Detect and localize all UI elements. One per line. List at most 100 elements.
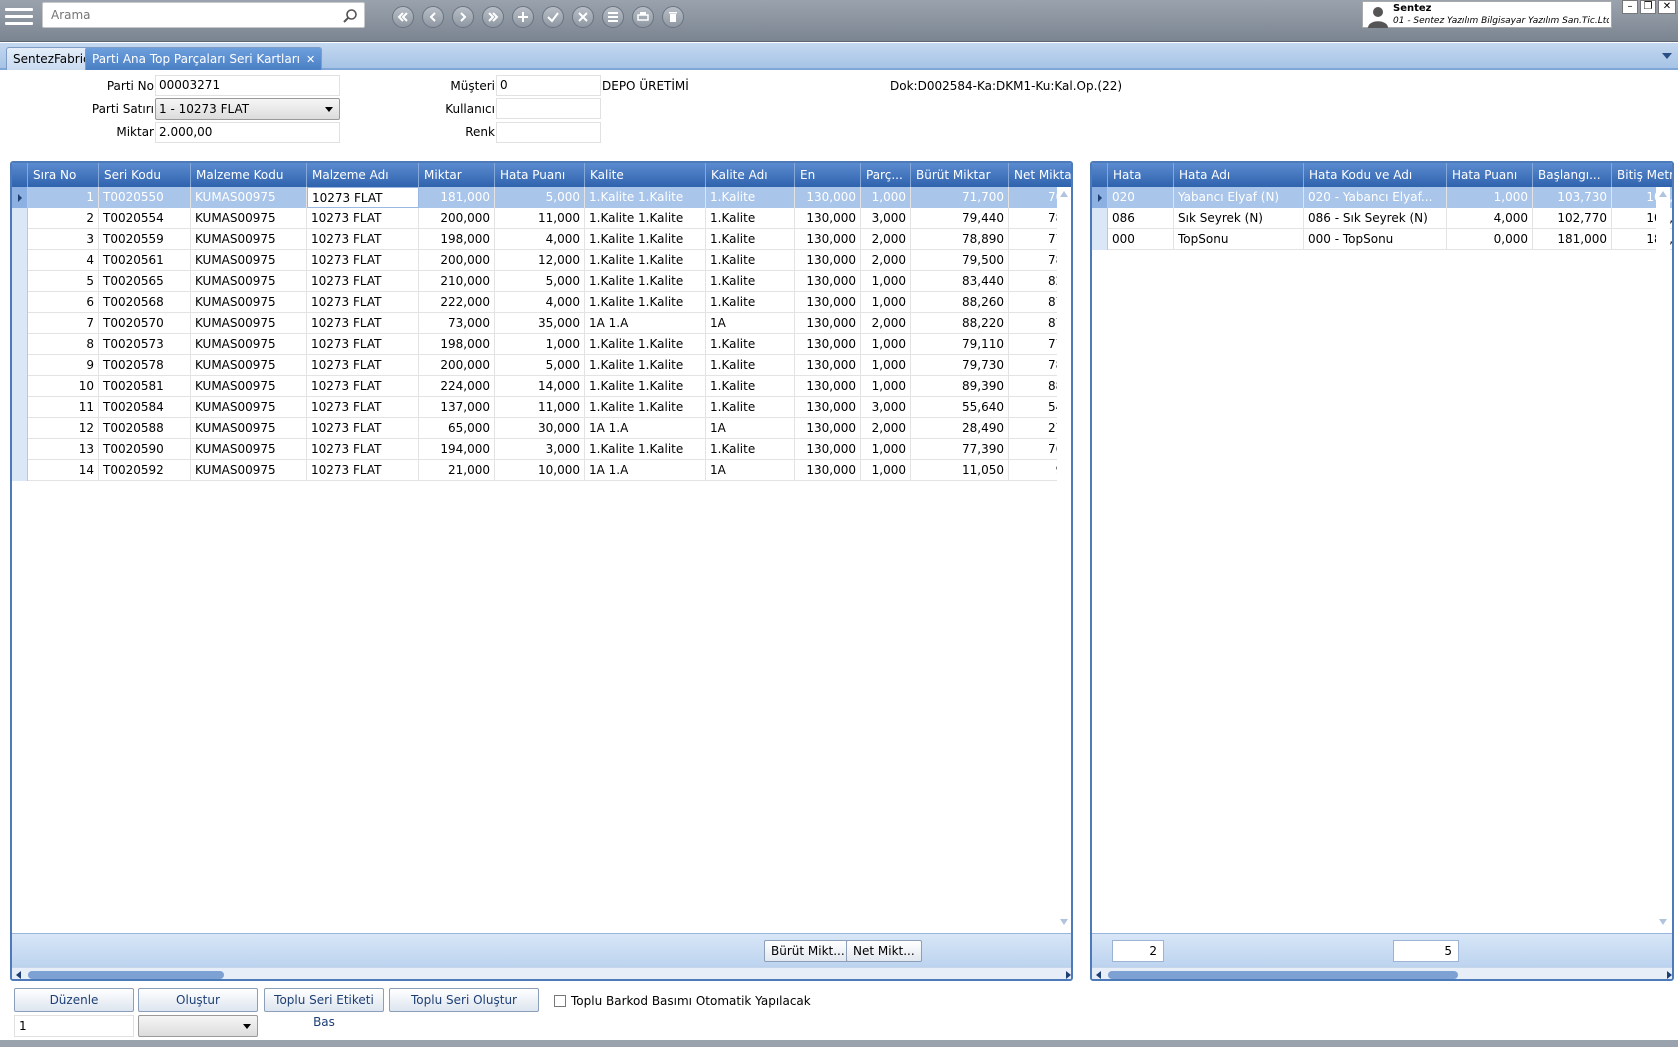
tab-parti-ana-top[interactable]: Parti Ana Top Parçaları Seri Kartları ✕ [85,47,323,70]
table-cell[interactable]: 2 [28,208,99,229]
burut-miktar-total[interactable]: Bürüt Mikt... [764,940,852,962]
table-row[interactable]: 10 T0020581 KUMAS00975 10273 FLAT 224,000 14,… [12,376,1071,397]
column-header[interactable]: Parç... [861,163,911,187]
bottom-select[interactable] [138,1015,258,1037]
table-row[interactable]: 13 T0020590 KUMAS00975 10273 FLAT 194,000 3,0… [12,439,1071,460]
table-cell[interactable]: 1.Kalite 1.Kalite [585,271,706,292]
table-cell[interactable]: 77,390 [911,439,1009,460]
table-cell[interactable]: KUMAS00975 [191,355,307,376]
table-cell[interactable]: 130,000 [795,250,861,271]
scroll-down-icon[interactable] [1659,919,1667,925]
search-box[interactable] [42,2,365,28]
table-cell[interactable]: 10273 FLAT [307,187,419,208]
table-cell[interactable]: 4,000 [495,292,585,313]
table-cell[interactable]: T0020581 [99,376,191,397]
table-cell[interactable]: KUMAS00975 [191,460,307,481]
delete-icon[interactable] [662,6,684,28]
horizontal-scrollbar[interactable] [1092,967,1672,979]
table-cell[interactable]: KUMAS00975 [191,271,307,292]
table-cell[interactable]: 1,000 [495,334,585,355]
table-cell[interactable]: 10273 FLAT [307,397,419,418]
table-cell[interactable]: T0020584 [99,397,191,418]
previous-record-icon[interactable] [422,6,444,28]
table-cell[interactable]: 55,640 [911,397,1009,418]
table-cell[interactable]: 1.Kalite [706,292,795,313]
table-cell[interactable]: 71,700 [911,187,1009,208]
table-cell[interactable]: 1.Kalite 1.Kalite [585,439,706,460]
table-cell[interactable]: 10273 FLAT [307,418,419,439]
table-cell[interactable]: T0020578 [99,355,191,376]
scroll-thumb[interactable] [28,971,224,979]
table-cell[interactable]: 130,000 [795,355,861,376]
table-cell[interactable]: 0,000 [1447,229,1533,250]
table-cell[interactable]: 1.Kalite 1.Kalite [585,376,706,397]
table-cell[interactable]: T0020559 [99,229,191,250]
table-cell[interactable]: KUMAS00975 [191,334,307,355]
last-record-icon[interactable] [482,6,504,28]
table-row[interactable]: 6 T0020568 KUMAS00975 10273 FLAT 222,000 4,00… [12,292,1071,313]
table-cell[interactable]: 14 [28,460,99,481]
table-cell[interactable]: 130,000 [795,271,861,292]
search-input[interactable] [43,3,333,27]
parti-no-field[interactable]: 00003271 [155,75,340,96]
column-header[interactable]: Hata Adı [1174,163,1304,187]
table-cell[interactable]: 5,000 [495,355,585,376]
table-cell[interactable]: 88,260 [911,292,1009,313]
row-indicator[interactable] [12,292,28,313]
table-cell[interactable]: 1.Kalite [706,355,795,376]
table-row[interactable]: 14 T0020592 KUMAS00975 10273 FLAT 21,000 10,0… [12,460,1071,481]
table-row[interactable]: 12 T0020588 KUMAS00975 10273 FLAT 65,000 30,0… [12,418,1071,439]
table-cell[interactable]: 5,000 [495,271,585,292]
table-cell[interactable]: 1.Kalite [706,229,795,250]
otomatik-barkod-checkbox[interactable] [554,995,566,1007]
table-cell[interactable]: TopSonu [1174,229,1304,250]
row-indicator[interactable] [12,208,28,229]
scroll-left-icon[interactable] [1096,971,1101,979]
table-cell[interactable]: 194,000 [419,439,495,460]
table-cell[interactable]: 6 [28,292,99,313]
table-row[interactable]: 9 T0020578 KUMAS00975 10273 FLAT 200,000 5,00… [12,355,1071,376]
table-cell[interactable]: 130,000 [795,439,861,460]
cancel-icon[interactable] [572,6,594,28]
olustur-button[interactable]: Oluştur [138,988,258,1012]
table-cell[interactable]: 086 - Sık Seyrek (N) [1304,208,1447,229]
table-cell[interactable]: 1.Kalite 1.Kalite [585,334,706,355]
table-cell[interactable]: 28,490 [911,418,1009,439]
table-cell[interactable]: KUMAS00975 [191,376,307,397]
table-cell[interactable]: 137,000 [419,397,495,418]
table-cell[interactable]: 78,890 [911,229,1009,250]
table-cell[interactable]: 1,000 [861,376,911,397]
table-row[interactable]: 11 T0020584 KUMAS00975 10273 FLAT 137,000 11,… [12,397,1071,418]
table-cell[interactable]: 79,110 [911,334,1009,355]
row-indicator[interactable] [12,397,28,418]
table-cell[interactable]: 000 [1108,229,1174,250]
table-row[interactable]: 8 T0020573 KUMAS00975 10273 FLAT 198,000 1,00… [12,334,1071,355]
table-cell[interactable]: KUMAS00975 [191,292,307,313]
add-icon[interactable] [512,6,534,28]
table-cell[interactable]: 11,000 [495,208,585,229]
column-header[interactable]: En [795,163,861,187]
table-cell[interactable]: 12 [28,418,99,439]
table-cell[interactable]: T0020565 [99,271,191,292]
table-cell[interactable]: 1A [706,313,795,334]
table-cell[interactable]: 12,000 [495,250,585,271]
table-cell[interactable]: 2,000 [861,418,911,439]
table-cell[interactable]: 200,000 [419,355,495,376]
table-cell[interactable]: KUMAS00975 [191,250,307,271]
first-record-icon[interactable] [392,6,414,28]
column-header[interactable]: Malzeme Kodu [191,163,307,187]
column-header[interactable]: Hata [1108,163,1174,187]
column-header[interactable]: Bürüt Miktar [911,163,1009,187]
table-cell[interactable]: 83,440 [911,271,1009,292]
table-cell[interactable]: 1A 1.A [585,418,706,439]
parti-satiri-select[interactable]: 1 - 10273 FLAT [155,98,340,120]
table-cell[interactable]: T0020573 [99,334,191,355]
hamburger-menu-icon[interactable] [5,4,33,32]
table-cell[interactable]: 1,000 [861,187,911,208]
table-cell[interactable]: 10 [28,376,99,397]
table-cell[interactable]: 3,000 [861,208,911,229]
list-icon[interactable] [602,6,624,28]
search-icon[interactable] [342,8,358,24]
scroll-left-icon[interactable] [16,971,21,979]
column-header[interactable]: Hata Puanı [495,163,585,187]
